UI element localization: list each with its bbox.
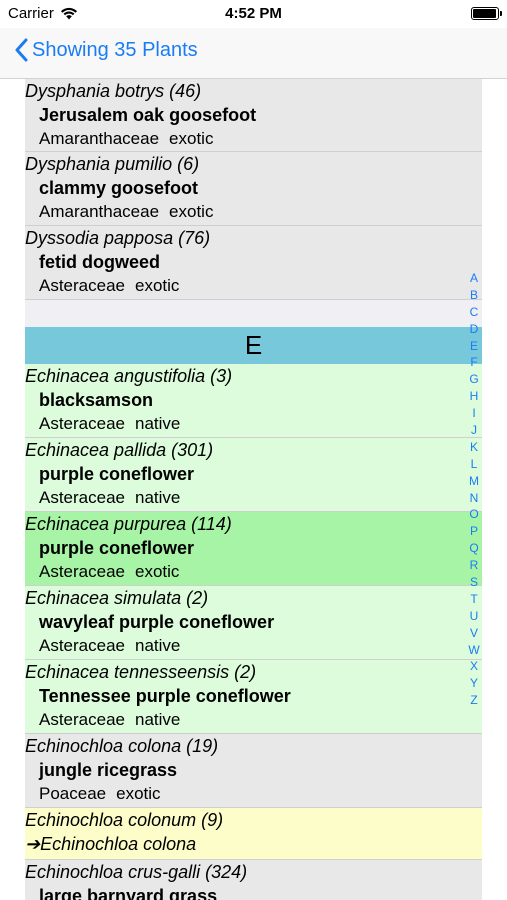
list-item[interactable]: Echinochloa crus-galli (324) large barny… (25, 860, 482, 900)
list-item[interactable]: Echinacea pallida (301) purple coneflowe… (25, 438, 482, 512)
family: Asteraceae (39, 636, 125, 655)
native-status: exotic (135, 276, 180, 295)
common-name: jungle ricegrass (39, 760, 178, 780)
common-name: purple coneflower (39, 538, 195, 558)
index-letter-s[interactable]: S (464, 574, 484, 591)
family: Amaranthaceae (39, 202, 160, 221)
list-item[interactable]: Echinacea angustifolia (3) blacksamson A… (25, 364, 482, 438)
common-name: Jerusalem oak goosefoot (39, 105, 257, 125)
common-name: large barnyard grass (39, 886, 218, 900)
scientific-name: Echinochloa colona (19) (25, 736, 219, 756)
native-status: exotic (116, 784, 161, 803)
list-item[interactable]: Echinacea tennesseensis (2) Tennessee pu… (25, 660, 482, 734)
index-letter-e[interactable]: E (464, 338, 484, 355)
index-letter-l[interactable]: L (464, 456, 484, 473)
family: Asteraceae (39, 710, 125, 729)
index-letter-y[interactable]: Y (464, 675, 484, 692)
family: Amaranthaceae (39, 129, 160, 148)
native-status: native (135, 488, 181, 507)
common-name: purple coneflower (39, 464, 195, 484)
list-item[interactable]: Dyssodia papposa (76) fetid dogweed Aste… (25, 226, 482, 300)
common-name: fetid dogweed (39, 252, 160, 272)
index-letter-r[interactable]: R (464, 557, 484, 574)
index-letter-f[interactable]: F (464, 354, 484, 371)
index-letter-a[interactable]: A (464, 270, 484, 287)
index-letter-q[interactable]: Q (464, 540, 484, 557)
native-status: native (135, 636, 181, 655)
native-status: exotic (135, 562, 180, 581)
index-letter-p[interactable]: P (464, 523, 484, 540)
scientific-name: Echinacea simulata (2) (25, 588, 209, 608)
index-letter-i[interactable]: I (464, 405, 484, 422)
scientific-name: Dyssodia papposa (76) (25, 228, 211, 248)
scientific-name: Echinochloa crus-galli (324) (25, 862, 248, 882)
plant-list[interactable]: Dysphania botrys (46) Jerusalem oak goos… (25, 79, 482, 900)
section-index-bar[interactable]: ABCDEFGHIJKLMNOPQRSTUVWXYZ (464, 270, 484, 709)
scientific-name: Echinochloa colonum (9) (25, 810, 224, 830)
list-item-selected[interactable]: Echinacea purpurea (114) purple coneflow… (25, 512, 482, 586)
index-letter-z[interactable]: Z (464, 692, 484, 709)
battery-level (473, 9, 496, 18)
native-status: native (135, 414, 181, 433)
native-status: exotic (169, 129, 214, 148)
scientific-name: Dysphania pumilio (6) (25, 154, 200, 174)
common-name: blacksamson (39, 390, 154, 410)
index-letter-g[interactable]: G (464, 371, 484, 388)
back-button-label: Showing 35 Plants (32, 38, 198, 61)
synonym-redirect: ➔Echinochloa colona (25, 834, 197, 854)
index-letter-b[interactable]: B (464, 287, 484, 304)
index-letter-x[interactable]: X (464, 658, 484, 675)
index-letter-h[interactable]: H (464, 388, 484, 405)
navigation-bar: Showing 35 Plants (0, 28, 507, 79)
index-letter-n[interactable]: N (464, 490, 484, 507)
index-letter-c[interactable]: C (464, 304, 484, 321)
list-item[interactable]: Dysphania pumilio (6) clammy goosefoot A… (25, 152, 482, 226)
index-letter-w[interactable]: W (464, 642, 484, 659)
status-bar: Carrier 4:52 PM (0, 0, 507, 28)
chevron-left-icon (15, 38, 28, 62)
index-letter-m[interactable]: M (464, 473, 484, 490)
section-header: E (25, 327, 482, 364)
index-letter-o[interactable]: O (464, 506, 484, 523)
index-letter-j[interactable]: J (464, 422, 484, 439)
index-letter-u[interactable]: U (464, 608, 484, 625)
index-letter-k[interactable]: K (464, 439, 484, 456)
list-item[interactable]: Echinacea simulata (2) wavyleaf purple c… (25, 586, 482, 660)
list-item[interactable]: Dysphania botrys (46) Jerusalem oak goos… (25, 79, 482, 152)
family: Poaceae (39, 784, 107, 803)
scientific-name: Echinacea purpurea (114) (25, 514, 232, 534)
family: Asteraceae (39, 276, 125, 295)
synonym-item[interactable]: Echinochloa colonum (9) ➔Echinochloa col… (25, 808, 482, 860)
index-letter-v[interactable]: V (464, 625, 484, 642)
back-button[interactable]: Showing 35 Plants (14, 38, 198, 62)
battery-icon (471, 7, 502, 20)
common-name: wavyleaf purple coneflower (39, 612, 275, 632)
family: Asteraceae (39, 488, 125, 507)
clock: 4:52 PM (225, 5, 282, 22)
index-letter-t[interactable]: T (464, 591, 484, 608)
family: Asteraceae (39, 414, 125, 433)
native-status: native (135, 710, 181, 729)
scientific-name: Echinacea pallida (301) (25, 440, 214, 460)
family: Asteraceae (39, 562, 125, 581)
native-status: exotic (169, 202, 214, 221)
scientific-name: Echinacea angustifolia (3) (25, 366, 233, 386)
index-letter-d[interactable]: D (464, 321, 484, 338)
list-item[interactable]: Echinochloa colona (19) jungle ricegrass… (25, 734, 482, 808)
section-spacer (25, 300, 482, 327)
common-name: clammy goosefoot (39, 178, 199, 198)
common-name: Tennessee purple coneflower (39, 686, 291, 706)
scientific-name: Echinacea tennesseensis (2) (25, 662, 257, 682)
scientific-name: Dysphania botrys (46) (25, 81, 202, 101)
